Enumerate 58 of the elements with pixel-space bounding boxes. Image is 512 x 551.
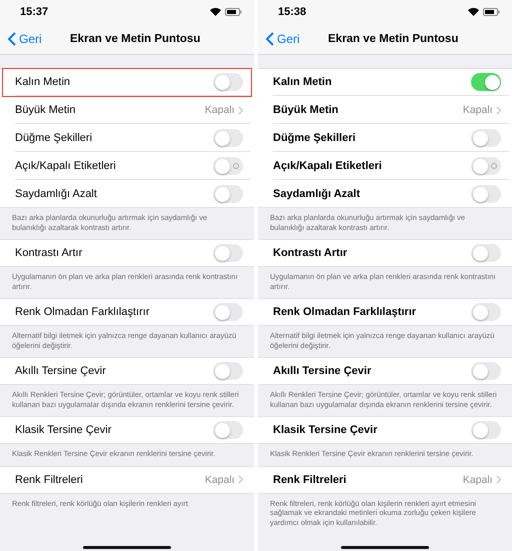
- row-value: Kapalı: [204, 474, 235, 486]
- toggle-switch[interactable]: [213, 362, 243, 380]
- toggle-switch[interactable]: [213, 421, 243, 439]
- status-time: 15:38: [278, 6, 306, 18]
- toggle-switch[interactable]: [471, 303, 501, 321]
- status-time: 15:37: [20, 6, 48, 18]
- toggle-switch[interactable]: [213, 185, 243, 203]
- row-label: Klasik Tersine Çevir: [273, 424, 378, 436]
- row-label: Renk Filtreleri: [273, 474, 346, 486]
- row-label: Renk Olmadan Farklılaştırır: [273, 306, 416, 318]
- toggle-switch[interactable]: [213, 244, 243, 262]
- row-label: Büyük Metin: [273, 104, 338, 116]
- toggle-switch[interactable]: [471, 129, 501, 147]
- row-label: Saydamlığı Azalt: [273, 188, 360, 200]
- row-label: Düğme Şekilleri: [15, 132, 92, 144]
- chevron-icon: [496, 106, 501, 114]
- toggle-switch[interactable]: [213, 157, 243, 175]
- toggle-switch[interactable]: [213, 73, 243, 91]
- back-chevron-icon: [8, 32, 16, 46]
- chevron-icon: [238, 106, 243, 114]
- toggle-switch[interactable]: [471, 421, 501, 439]
- row-label: Saydamlığı Azalt: [15, 188, 97, 200]
- battery-icon: [483, 8, 500, 16]
- off-label-icon: [233, 163, 239, 169]
- off-label-icon: [491, 163, 497, 169]
- back-link[interactable]: Geri: [0, 32, 70, 46]
- screen-title: Ekran ve Metin Puntosu: [70, 33, 200, 45]
- toggle-switch[interactable]: [471, 185, 501, 203]
- wifi-icon: [468, 8, 479, 16]
- row-label: Kalın Metin: [15, 76, 70, 88]
- row-label: Büyük Metin: [15, 104, 76, 116]
- chevron-icon: [496, 475, 501, 484]
- toggle-switch[interactable]: [471, 244, 501, 262]
- row-label: Kontrastı Artır: [15, 247, 82, 259]
- toggle-switch[interactable]: [471, 73, 501, 91]
- row-label: Düğme Şekilleri: [273, 132, 356, 144]
- toggle-switch[interactable]: [213, 129, 243, 147]
- back-chevron-icon: [266, 32, 274, 46]
- row-label: Kontrastı Artır: [273, 247, 348, 259]
- battery-icon: [225, 8, 242, 16]
- row-label: Renk Olmadan Farklılaştırır: [15, 306, 150, 318]
- row-value: Kapalı: [462, 474, 493, 486]
- row-value: Kapalı: [462, 104, 493, 116]
- row-label: Açık/Kapalı Etiketleri: [15, 160, 116, 172]
- row-label: Renk Filtreleri: [15, 474, 83, 486]
- toggle-switch[interactable]: [213, 303, 243, 321]
- wifi-icon: [210, 8, 221, 16]
- row-label: Açık/Kapalı Etiketleri: [273, 160, 382, 172]
- row-value: Kapalı: [204, 104, 235, 116]
- row-label: Akıllı Tersine Çevir: [15, 365, 106, 377]
- toggle-switch[interactable]: [471, 157, 501, 175]
- row-label: Kalın Metin: [273, 76, 332, 88]
- row-label: Klasik Tersine Çevir: [15, 424, 112, 436]
- chevron-icon: [238, 475, 243, 484]
- back-link[interactable]: Geri: [258, 32, 328, 46]
- row-label: Akıllı Tersine Çevir: [273, 365, 372, 377]
- toggle-switch[interactable]: [471, 362, 501, 380]
- screen-title: Ekran ve Metin Puntosu: [328, 33, 458, 45]
